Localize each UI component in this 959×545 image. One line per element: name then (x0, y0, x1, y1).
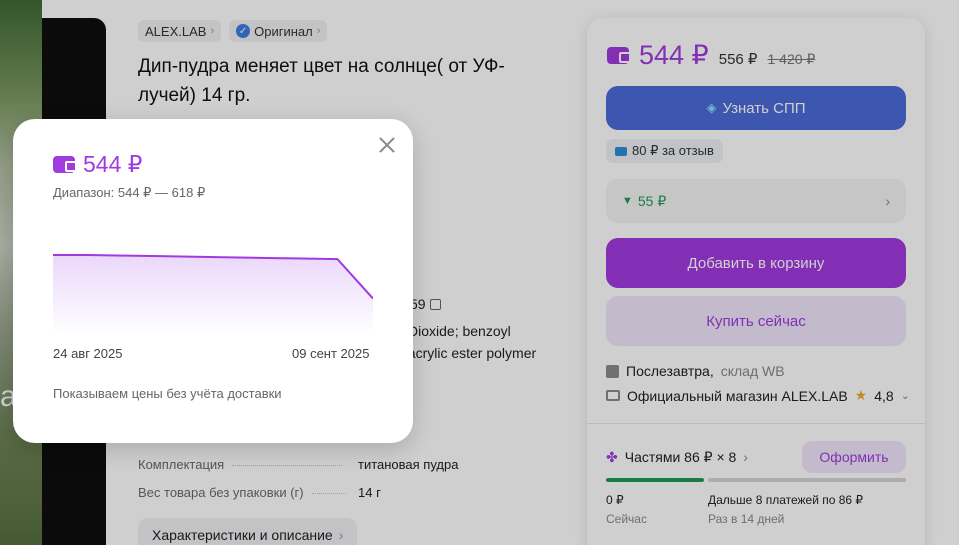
delivery-note: Показываем цены без учёта доставки (53, 386, 282, 401)
wallet-icon (53, 156, 77, 173)
chart-date-end: 09 сент 2025 (292, 346, 370, 361)
popup-price-row: 544 ₽ (53, 151, 142, 178)
popup-price: 544 ₽ (83, 151, 143, 177)
chart-date-start: 24 авг 2025 (53, 346, 123, 361)
chart-area (53, 255, 373, 335)
close-icon[interactable] (375, 133, 399, 157)
price-history-popup: 544 ₽ Диапазон: 544 ₽ — 618 ₽ 24 авг 202… (13, 119, 413, 443)
price-range: Диапазон: 544 ₽ — 618 ₽ (53, 185, 206, 200)
price-history-chart[interactable] (53, 237, 373, 335)
